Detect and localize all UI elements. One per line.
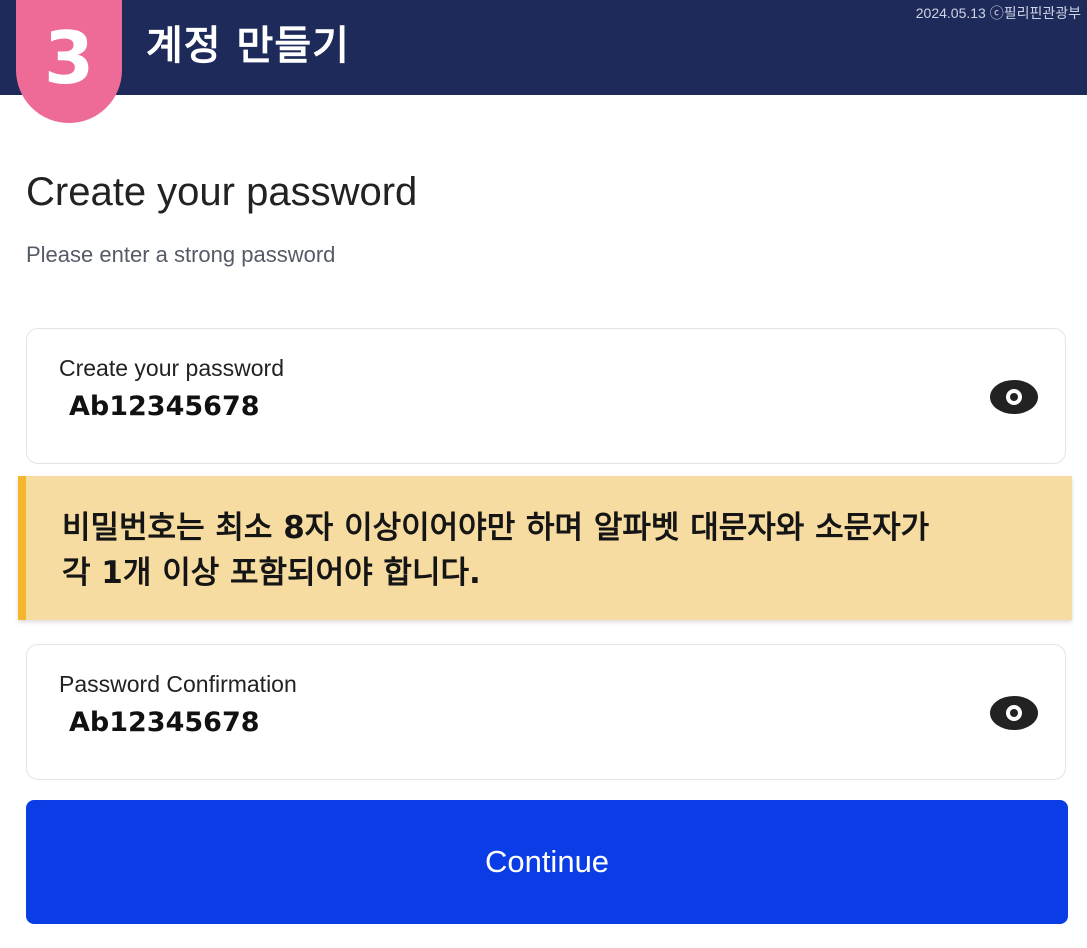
password-field[interactable]: Create your password xyxy=(26,328,1066,464)
step-number: 3 xyxy=(43,16,95,100)
notice-text: 비밀번호는 최소 8자 이상이어야만 하며 알파벳 대문자와 소문자가 각 1개… xyxy=(62,506,1022,596)
continue-button[interactable]: Continue xyxy=(26,800,1068,924)
page-subtitle: Please enter a strong password xyxy=(26,242,336,267)
notice-line-2: 각 1개 이상 포함되어야 합니다. xyxy=(62,555,481,591)
password-input[interactable] xyxy=(69,391,669,422)
step-badge: 3 xyxy=(16,0,122,123)
confirm-password-field[interactable]: Password Confirmation xyxy=(26,644,1066,780)
page-title: Create your password xyxy=(26,170,418,214)
confirm-password-input[interactable] xyxy=(69,707,669,738)
password-rule-notice: 비밀번호는 최소 8자 이상이어야만 하며 알파벳 대문자와 소문자가 각 1개… xyxy=(18,476,1072,620)
header-bar: 3 계정 만들기 2024.05.13 ⓒ필리핀관광부 xyxy=(0,0,1087,123)
password-field-label: Create your password xyxy=(59,355,284,381)
watermark: 2024.05.13 ⓒ필리핀관광부 xyxy=(915,5,1081,21)
header-title: 계정 만들기 xyxy=(146,23,350,69)
eye-icon[interactable] xyxy=(989,695,1039,731)
confirm-field-label: Password Confirmation xyxy=(59,671,297,697)
notice-line-1: 비밀번호는 최소 8자 이상이어야만 하며 알파벳 대문자와 소문자가 xyxy=(62,510,930,546)
eye-icon[interactable] xyxy=(989,379,1039,415)
